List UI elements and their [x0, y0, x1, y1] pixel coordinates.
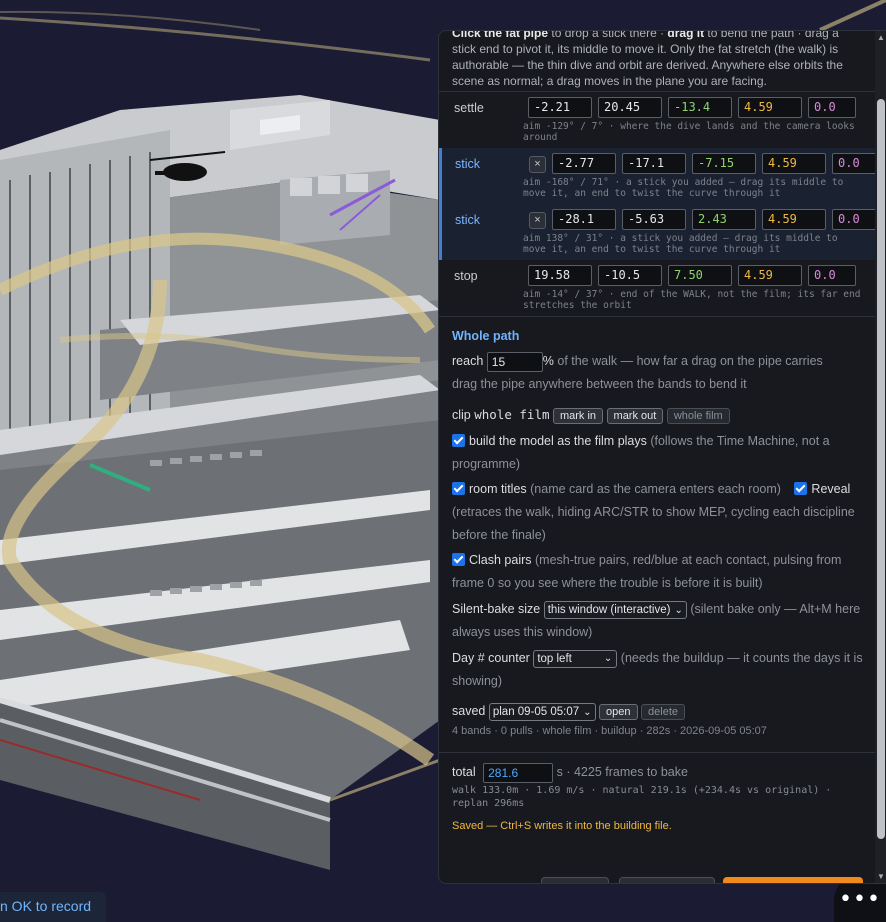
reach-hint: drag the pipe anywhere between the bands…: [452, 377, 747, 391]
day-counter-label: Day # counter: [452, 651, 530, 665]
knot-fields: 19.58 -10.5 7.50 4.59 0.0: [528, 265, 856, 286]
footer-button-1[interactable]: [541, 877, 609, 883]
room-titles-description: (name card as the camera enters each roo…: [526, 482, 781, 496]
clash-pairs-checkbox[interactable]: [452, 553, 465, 566]
footer-buttons: [439, 871, 875, 883]
footer-button-2[interactable]: [619, 877, 715, 883]
room-titles-label: room titles: [469, 482, 527, 496]
mark-out-button[interactable]: mark out: [606, 407, 664, 424]
mark-in-button[interactable]: mark in: [552, 407, 604, 424]
total-section: total 281.6 s · 4225 frames to bake walk…: [439, 761, 875, 832]
reveal-description: (retraces the walk, hiding ARC/STR to sh…: [452, 505, 855, 542]
knot-name: stick: [455, 157, 480, 171]
instructions: Click the fat pipe to drop a stick there…: [439, 30, 875, 92]
knot-height-input[interactable]: 4.59: [762, 209, 826, 230]
build-label: build the model as the film plays: [469, 434, 647, 448]
saved-plan-select[interactable]: plan 09-05 05:07 ⌄: [488, 702, 596, 721]
bake-size-select[interactable]: this window (interactive) ⌄: [543, 600, 687, 619]
chevron-down-icon: ⌄: [674, 604, 683, 616]
bake-size-label: Silent-bake size: [452, 602, 541, 616]
intro-emphasis-pipe: Click the fat pipe: [452, 30, 549, 40]
knot-row: stick -2.77 -17.1 -7.15 4.59 0.0 aim -16…: [439, 148, 880, 204]
section-heading: Whole path: [452, 329, 520, 343]
clip-label: clip: [452, 408, 475, 422]
knot-fields: -2.77 -17.1 -7.15 4.59 0.0: [552, 153, 880, 174]
remove-stick-button[interactable]: ×: [529, 212, 546, 229]
remove-stick-button[interactable]: ×: [529, 156, 546, 173]
build-checkbox[interactable]: [452, 434, 465, 447]
knot-note: aim -168° / 71° · a stick you added — dr…: [523, 177, 844, 199]
chevron-down-icon: ⌄: [583, 706, 592, 718]
intro-emphasis-drag: drag it: [667, 30, 705, 40]
knot-x-input[interactable]: -28.1: [552, 209, 616, 230]
total-duration-input[interactable]: 281.6: [483, 762, 554, 783]
reach-description: of the walk — how far a drag on the pipe…: [553, 354, 823, 368]
chevron-down-icon: ⌄: [603, 652, 613, 664]
reach-label: reach: [452, 354, 484, 368]
panel-scrollbar[interactable]: ▲ ▼: [875, 31, 886, 883]
scroll-up-icon[interactable]: ▲: [877, 33, 885, 42]
scroll-down-icon[interactable]: ▼: [877, 872, 885, 881]
knot-fields: -2.21 20.45 -13.4 4.59 0.0: [528, 97, 856, 118]
knot-name: settle: [454, 101, 484, 115]
knot-y-input[interactable]: -10.5: [598, 265, 662, 286]
knot-roll-input[interactable]: 0.0: [832, 153, 880, 174]
knot-z-input[interactable]: -7.15: [692, 153, 756, 174]
knot-note: aim -14° / 37° · end of the WALK, not th…: [523, 289, 861, 311]
path-editor-panel: Click the fat pipe to drop a stick there…: [438, 30, 886, 884]
scrollbar-thumb[interactable]: [877, 99, 885, 839]
whole-film-button[interactable]: whole film: [666, 407, 730, 424]
knot-z-input[interactable]: 7.50: [668, 265, 732, 286]
knot-x-input[interactable]: -2.77: [552, 153, 616, 174]
delete-button[interactable]: delete: [641, 703, 685, 720]
saved-plan-meta: 4 bands · 0 pulls · whole film · buildup…: [452, 725, 767, 737]
knot-row: stop 19.58 -10.5 7.50 4.59 0.0 aim -14° …: [439, 260, 875, 316]
clash-pairs-label: Clash pairs: [469, 553, 532, 567]
knot-y-input[interactable]: -5.63: [622, 209, 686, 230]
saved-message: Saved — Ctrl+S writes it into the buildi…: [452, 820, 672, 832]
walk-stats: walk 133.0m · 1.69 m/s · natural 219.1s …: [452, 785, 832, 809]
knot-roll-input[interactable]: 0.0: [808, 265, 856, 286]
knot-name: stop: [454, 269, 478, 283]
knot-note: aim -129° / 7° · where the dive lands an…: [523, 121, 855, 143]
knot-z-input[interactable]: 2.43: [692, 209, 756, 230]
knot-fields: -28.1 -5.63 2.43 4.59 0.0: [552, 209, 880, 230]
knot-height-input[interactable]: 4.59: [738, 265, 802, 286]
knot-name: stick: [455, 213, 480, 227]
day-counter-select[interactable]: top left ⌄: [533, 649, 618, 668]
saved-plan-value: plan 09-05 05:07: [492, 705, 580, 718]
knot-roll-input[interactable]: 0.0: [808, 97, 856, 118]
open-button[interactable]: open: [599, 703, 638, 720]
knot-z-input[interactable]: -13.4: [668, 97, 732, 118]
primary-bake-button[interactable]: [723, 877, 863, 883]
ellipsis-icon: •••: [839, 886, 881, 912]
intro-text-1: to drop a stick there ·: [548, 30, 668, 40]
knot-y-input[interactable]: 20.45: [598, 97, 662, 118]
room-titles-checkbox[interactable]: [452, 482, 465, 495]
reach-unit: %: [542, 354, 554, 368]
knot-roll-input[interactable]: 0.0: [832, 209, 880, 230]
bake-size-value: this window (interactive): [547, 603, 671, 616]
reveal-checkbox[interactable]: [794, 482, 808, 495]
saved-label: saved: [452, 704, 486, 718]
knot-y-input[interactable]: -17.1: [622, 153, 686, 174]
record-hint: n OK to record: [0, 892, 106, 922]
knot-row: stick -28.1 -5.63 2.43 4.59 0.0 aim 138°…: [439, 204, 880, 260]
frames-to-bake: · 4225 frames to bake: [562, 765, 688, 779]
reveal-label: Reveal: [811, 482, 851, 496]
clip-value: whole film: [474, 407, 550, 422]
knot-height-input[interactable]: 4.59: [762, 153, 826, 174]
knot-height-input[interactable]: 4.59: [738, 97, 802, 118]
knot-x-input[interactable]: 19.58: [528, 265, 592, 286]
knot-note: aim 138° / 31° · a stick you added — dra…: [523, 233, 838, 255]
reach-input[interactable]: 15: [486, 351, 543, 372]
knot-x-input[interactable]: -2.21: [528, 97, 592, 118]
total-label: total: [452, 765, 476, 779]
knot-list: settle -2.21 20.45 -13.4 4.59 0.0 aim -1…: [439, 92, 880, 316]
day-counter-value: top left: [537, 652, 572, 665]
whole-path-section: Whole path reach 15% of the walk — how f…: [439, 329, 875, 738]
knot-row: settle -2.21 20.45 -13.4 4.59 0.0 aim -1…: [439, 92, 875, 148]
